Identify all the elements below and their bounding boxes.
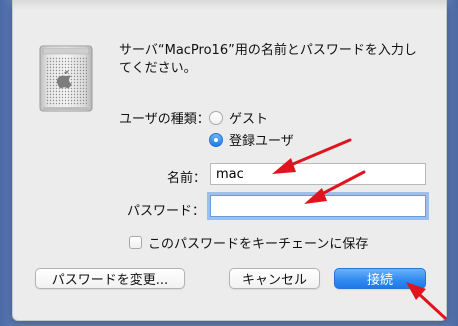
- password-label: パスワード：: [127, 204, 206, 219]
- radio-registered-user-label: 登録ユーザ: [229, 134, 294, 149]
- cancel-button[interactable]: キャンセル: [229, 268, 320, 289]
- change-password-button[interactable]: パスワードを変更...: [35, 268, 185, 289]
- prompt-message: サーバ“MacPro16”用の名前とパスワードを入力してください。: [119, 43, 417, 76]
- mac-pro-server-icon: [39, 45, 93, 112]
- radio-registered-user-indicator: [209, 132, 223, 147]
- connect-button[interactable]: 接続: [334, 268, 426, 289]
- dialog-top-edge: [13, 0, 446, 10]
- name-label: 名前：: [167, 171, 207, 186]
- radio-guest-indicator: [209, 110, 223, 125]
- save-to-keychain-checkbox[interactable]: このパスワードをキーチェーンに保存: [129, 233, 368, 252]
- connect-to-server-dialog: サーバ“MacPro16”用の名前とパスワードを入力してください。 ユーザの種類…: [12, 0, 447, 321]
- radio-registered-user[interactable]: 登録ユーザ: [209, 130, 294, 149]
- radio-guest[interactable]: ゲスト: [209, 108, 268, 127]
- name-field[interactable]: [210, 163, 426, 185]
- user-type-label: ユーザの種類：: [119, 112, 210, 127]
- password-field[interactable]: [210, 195, 426, 217]
- radio-guest-label: ゲスト: [229, 112, 269, 127]
- save-to-keychain-label: このパスワードをキーチェーンに保存: [148, 237, 369, 252]
- save-to-keychain-box: [129, 236, 142, 249]
